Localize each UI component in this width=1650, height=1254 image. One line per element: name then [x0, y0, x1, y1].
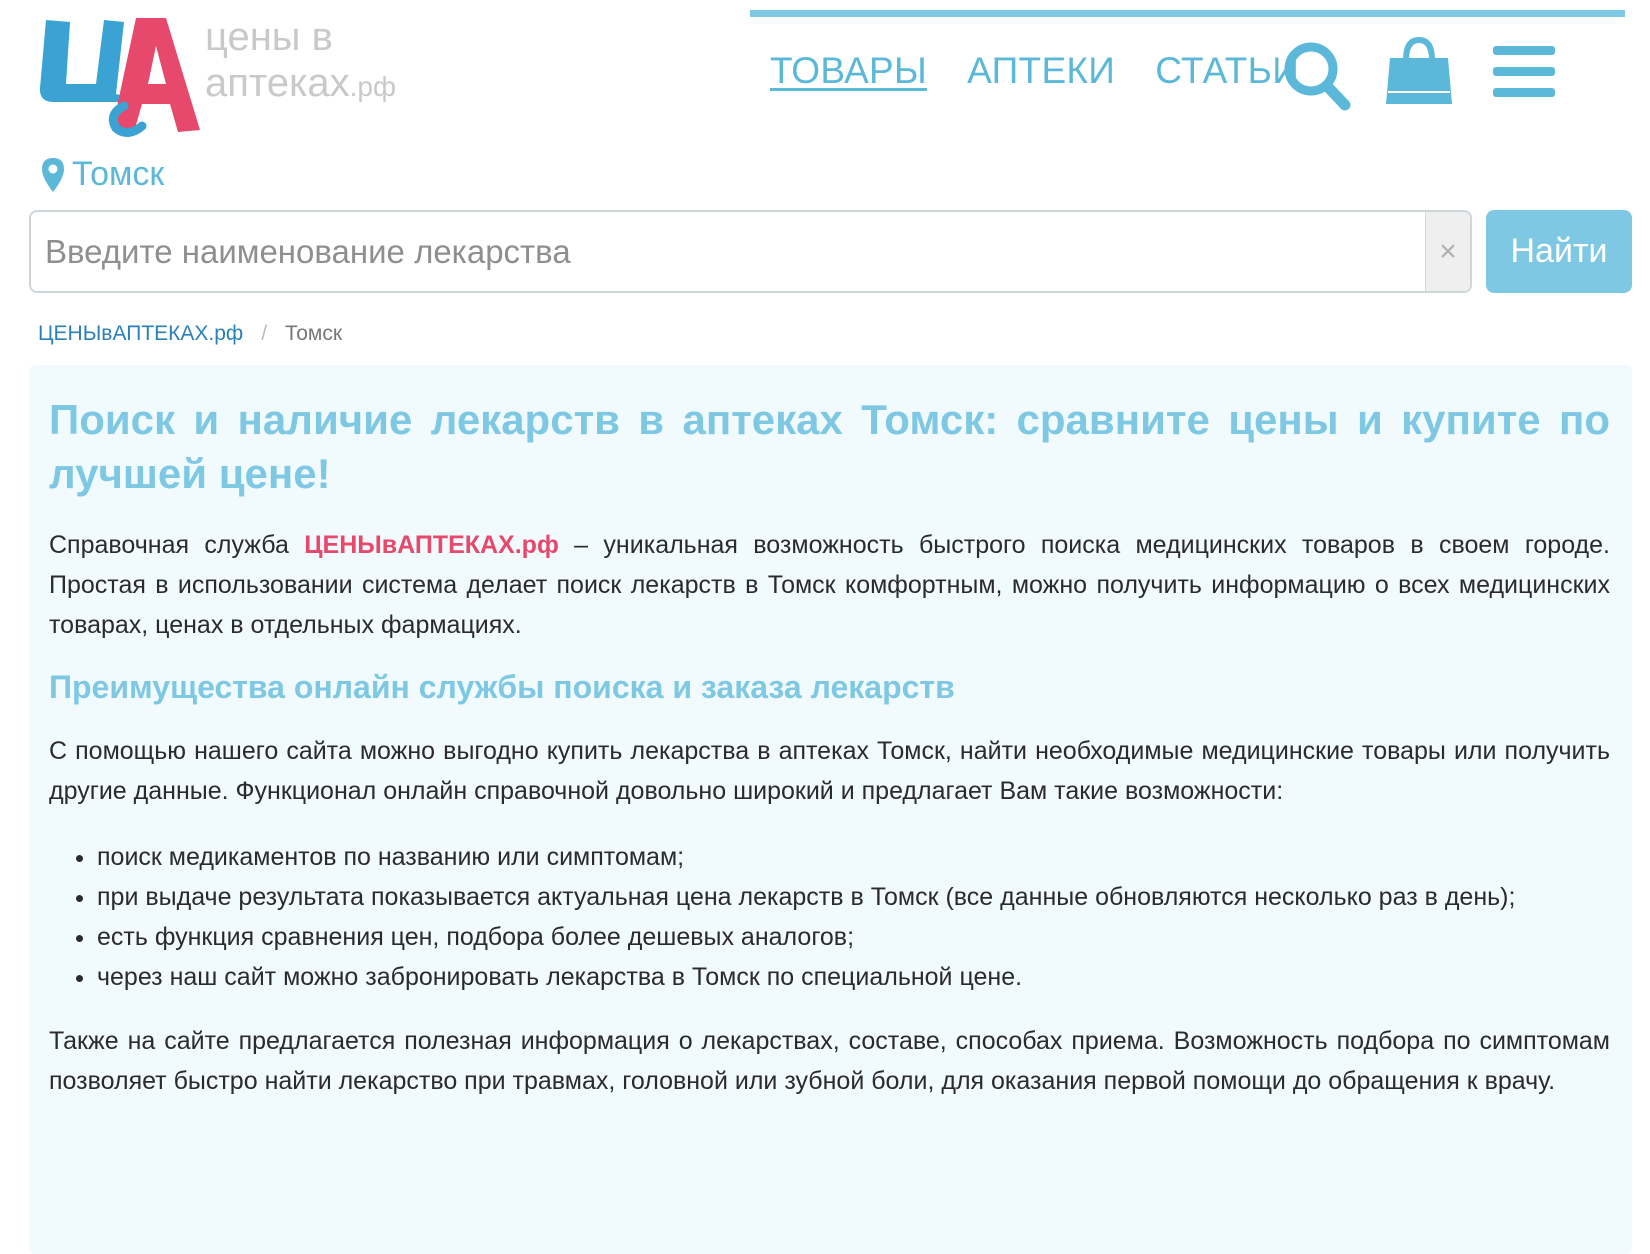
logo-line2: аптеках.рф — [205, 61, 397, 105]
list-item: есть функция сравнения цен, подбора боле… — [97, 917, 1610, 957]
content-panel: Поиск и наличие лекарств в аптеках Томск… — [29, 365, 1632, 1254]
breadcrumb-separator: / — [261, 322, 268, 345]
search-button[interactable]: Найти — [1486, 210, 1632, 293]
nav-item-goods[interactable]: ТОВАРЫ — [770, 50, 927, 92]
info-paragraph: Также на сайте предлагается полезная инф… — [49, 1027, 1610, 1095]
logo-line1: цены в — [205, 15, 333, 59]
list-item: через наш сайт можно забронировать лекар… — [97, 957, 1610, 997]
nav-item-articles[interactable]: СТАТЬИ — [1155, 50, 1299, 92]
site-logo[interactable] — [32, 10, 202, 150]
list-item: поиск медикаментов по названию или симпт… — [97, 837, 1610, 877]
logo-icon — [39, 18, 200, 137]
breadcrumb-current: Томск — [285, 322, 343, 345]
search-input[interactable] — [31, 212, 1425, 291]
city-selector[interactable]: Томск — [42, 155, 164, 194]
features-paragraph: С помощью нашего сайта можно выгодно куп… — [49, 737, 1610, 805]
map-pin-icon — [42, 157, 64, 192]
logo-suffix: .рф — [349, 71, 397, 102]
page-title: Поиск и наличие лекарств в аптеках Томск… — [49, 396, 1610, 497]
breadcrumb-home-link[interactable]: ЦЕНЫвАПТЕКАХ.рф — [38, 322, 243, 346]
close-icon: × — [1439, 234, 1457, 268]
search-box: × — [29, 210, 1472, 293]
logo-text[interactable]: цены в аптеках.рф — [205, 14, 396, 110]
breadcrumb: ЦЕНЫвАПТЕКАХ.рф / Томск — [38, 322, 342, 346]
city-name: Томск — [72, 155, 165, 193]
brand-name: ЦЕНЫвАПТЕКАХ.рф — [304, 531, 559, 559]
shopping-bag-icon[interactable] — [1384, 36, 1454, 113]
section-subtitle: Преимущества онлайн службы поиска и зака… — [49, 669, 955, 705]
list-item: при выдаче результата показывается актуа… — [97, 877, 1610, 917]
intro-paragraph: Справочная служба ЦЕНЫвАПТЕКАХ.рф – уник… — [49, 531, 1610, 639]
search-clear-button[interactable]: × — [1425, 212, 1470, 291]
features-list: поиск медикаментов по названию или симпт… — [49, 837, 1610, 997]
search-icon[interactable] — [1282, 40, 1352, 117]
menu-icon[interactable] — [1493, 46, 1555, 103]
main-nav: ТОВАРЫ АПТЕКИ СТАТЬИ — [770, 50, 1299, 92]
header-top-line — [750, 10, 1625, 17]
nav-item-pharmacies[interactable]: АПТЕКИ — [967, 50, 1115, 92]
